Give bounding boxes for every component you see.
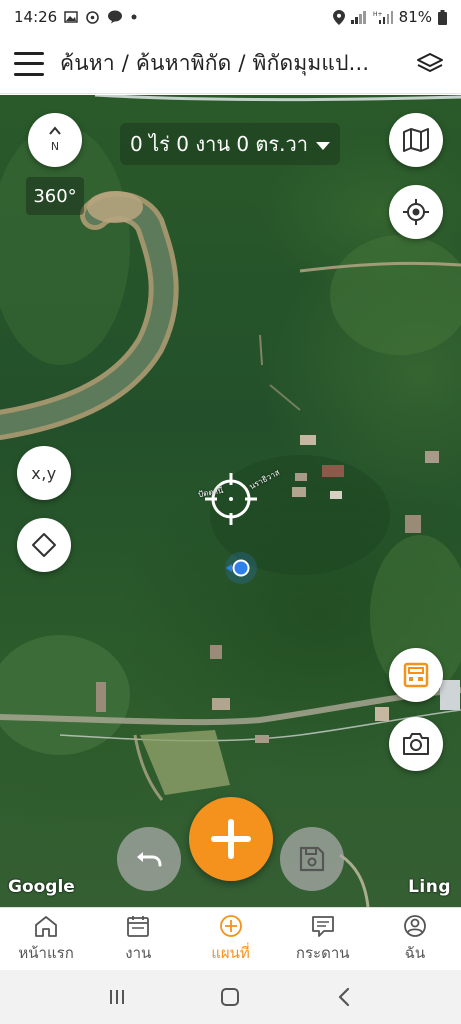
diamond-icon	[32, 533, 56, 557]
nav-label: แผนที่	[211, 943, 250, 962]
area-value: 0 ไร่ 0 งาน 0 ตร.วา	[130, 132, 308, 156]
nav-item-home[interactable]: หน้าแรก	[0, 908, 92, 970]
svg-text:H+: H+	[373, 11, 383, 18]
gps-target-icon	[403, 199, 429, 225]
notification-dot-icon	[130, 13, 138, 21]
layers-icon[interactable]	[413, 47, 447, 81]
battery-percent: 81%	[398, 8, 432, 26]
compass-letter: N	[51, 140, 59, 153]
ling-attribution: Ling	[408, 877, 451, 897]
undo-button[interactable]	[117, 827, 181, 891]
system-nav-bar	[0, 970, 461, 1024]
nav-item-board[interactable]: กระดาน	[277, 908, 369, 970]
direction-button[interactable]	[17, 518, 71, 572]
gallery-icon	[64, 10, 78, 24]
area-readout-dropdown[interactable]: 0 ไร่ 0 งาน 0 ตร.วา	[120, 123, 340, 165]
nav-label: หน้าแรก	[18, 943, 74, 962]
plus-icon	[211, 819, 251, 859]
board-icon	[311, 915, 334, 937]
undo-icon	[137, 852, 162, 867]
nav-item-profile[interactable]: ฉัน	[369, 908, 461, 970]
recent-apps-icon	[109, 990, 124, 1004]
recent-apps-button[interactable]	[97, 977, 137, 1017]
home-icon	[35, 915, 57, 937]
breadcrumb: ค้นหา / ค้นหาพิกัด / พิกัดมุมแป...	[60, 51, 370, 75]
menu-icon[interactable]	[14, 51, 44, 76]
profile-icon	[404, 914, 426, 937]
nav-item-map[interactable]: แผนที่	[184, 908, 276, 970]
back-chevron-icon	[339, 987, 350, 1007]
camera-button[interactable]	[389, 717, 443, 771]
save-icon	[299, 846, 325, 872]
my-location-button[interactable]	[389, 185, 443, 239]
save-button[interactable]	[280, 827, 344, 891]
location-pin-icon	[332, 9, 345, 25]
home-square-icon	[221, 988, 240, 1006]
back-button[interactable]	[324, 977, 364, 1017]
bottom-nav: หน้าแรก งาน แผนที่ กระดาน ฉัน	[0, 907, 461, 970]
nav-item-jobs[interactable]: งาน	[92, 908, 184, 970]
battery-icon	[438, 9, 447, 25]
view-360-button[interactable]: 360°	[26, 177, 84, 215]
sync-icon	[85, 10, 100, 25]
line-app-icon	[107, 10, 123, 24]
google-attribution: Google	[8, 877, 75, 897]
map-type-button[interactable]	[389, 113, 443, 167]
calculator-icon	[403, 662, 429, 688]
coordinate-input-button[interactable]: x,y	[17, 446, 71, 500]
app-header: ค้นหา / ค้นหาพิกัด / พิกัดมุมแป...	[0, 34, 461, 94]
xy-label: x,y	[31, 463, 57, 483]
camera-icon	[403, 733, 429, 755]
home-system-button[interactable]	[210, 977, 250, 1017]
map-icon	[403, 128, 429, 152]
compass-button[interactable]: N	[28, 113, 82, 167]
calendar-icon	[127, 915, 150, 937]
compass-north-icon: N	[49, 126, 61, 153]
nav-label: ฉัน	[404, 943, 426, 962]
status-time: 14:26	[14, 8, 58, 26]
map-add-icon	[219, 914, 242, 937]
chevron-down-icon	[315, 142, 330, 150]
add-point-button[interactable]	[189, 797, 273, 881]
nav-label: งาน	[125, 943, 152, 962]
nav-label: กระดาน	[295, 943, 350, 962]
map-view[interactable]: ปัตตานี นราธิวาส N 0 ไร่ 0 งาน 0 ตร.วา 3…	[0, 95, 461, 907]
signal-icon	[350, 10, 367, 24]
signal-hplus-icon: H+	[373, 10, 393, 24]
land-calculator-button[interactable]	[389, 648, 443, 702]
status-bar: 14:26 H+ 81%	[0, 0, 461, 34]
